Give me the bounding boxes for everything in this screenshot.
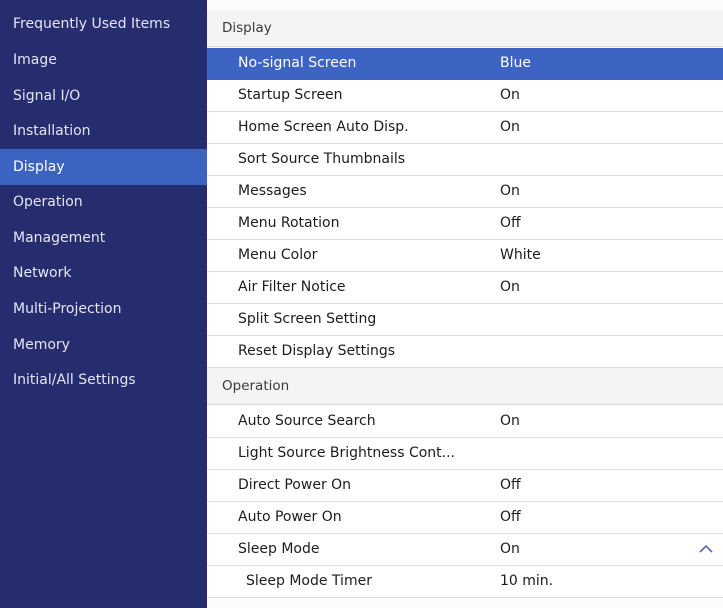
row-label: No-signal Screen [238, 55, 357, 71]
row-value: On [500, 183, 520, 199]
menu-row-menu-color[interactable]: Menu Color White [207, 240, 723, 272]
menu-row-air-filter-notice[interactable]: Air Filter Notice On [207, 272, 723, 304]
section-header-display: Display [207, 10, 723, 47]
row-value: White [500, 247, 541, 263]
menu-row-messages[interactable]: Messages On [207, 176, 723, 208]
menu-row-no-signal-screen[interactable]: No-signal Screen Blue [207, 48, 723, 80]
menu-row-sleep-mode[interactable]: Sleep Mode On [207, 534, 723, 566]
sidebar-item-image[interactable]: Image [0, 42, 207, 78]
row-label: Direct Power On [238, 477, 352, 493]
row-value: Off [500, 215, 521, 231]
row-value: Off [500, 509, 521, 525]
menu-row-light-source-brightness-control[interactable]: Light Source Brightness Cont... [207, 438, 723, 470]
sidebar-item-operation[interactable]: Operation [0, 184, 207, 220]
sidebar-item-management[interactable]: Management [0, 220, 207, 256]
row-label: Split Screen Setting [238, 311, 377, 327]
row-label: Startup Screen [238, 87, 343, 103]
row-label: Auto Power On [238, 509, 342, 525]
sidebar-item-installation[interactable]: Installation [0, 113, 207, 149]
menu-row-auto-power-on[interactable]: Auto Power On Off [207, 502, 723, 534]
settings-panel: Display No-signal Screen Blue Startup Sc… [207, 0, 723, 608]
row-label: Air Filter Notice [238, 279, 346, 295]
menu-row-split-screen-setting[interactable]: Split Screen Setting [207, 304, 723, 336]
menu-row-home-screen-auto-disp[interactable]: Home Screen Auto Disp. On [207, 112, 723, 144]
sidebar-item-display[interactable]: Display [0, 149, 207, 185]
menu-row-startup-screen[interactable]: Startup Screen On [207, 80, 723, 112]
row-value: On [500, 87, 520, 103]
menu-row-sort-source-thumbnails[interactable]: Sort Source Thumbnails [207, 144, 723, 176]
row-value: Off [500, 477, 521, 493]
section-header-operation: Operation [207, 368, 723, 405]
sidebar-item-signal-io[interactable]: Signal I/O [0, 78, 207, 114]
category-sidebar: Frequently Used Items Image Signal I/O I… [0, 0, 207, 608]
menu-row-reset-display-settings[interactable]: Reset Display Settings [207, 336, 723, 368]
row-label: Messages [238, 183, 307, 199]
row-label: Light Source Brightness Cont... [238, 445, 455, 461]
row-label: Auto Source Search [238, 413, 376, 429]
row-value: On [500, 413, 520, 429]
row-value: Blue [500, 55, 531, 71]
row-value: 10 min. [500, 573, 554, 589]
menu-row-menu-rotation[interactable]: Menu Rotation Off [207, 208, 723, 240]
chevron-up-icon[interactable] [699, 543, 713, 555]
row-label: Reset Display Settings [238, 343, 396, 359]
sidebar-item-network[interactable]: Network [0, 255, 207, 291]
sidebar-item-frequently-used-items[interactable]: Frequently Used Items [0, 6, 207, 42]
row-value: On [500, 541, 520, 557]
row-label: Menu Rotation [238, 215, 340, 231]
row-label: Menu Color [238, 247, 318, 263]
sidebar-item-multi-projection[interactable]: Multi-Projection [0, 291, 207, 327]
row-label: Sleep Mode [238, 541, 320, 557]
menu-row-auto-source-search[interactable]: Auto Source Search On [207, 406, 723, 438]
sidebar-item-memory[interactable]: Memory [0, 327, 207, 363]
row-value: On [500, 119, 520, 135]
row-label: Sleep Mode Timer [246, 573, 372, 589]
menu-row-sleep-mode-timer[interactable]: Sleep Mode Timer 10 min. [207, 566, 723, 598]
row-label: Home Screen Auto Disp. [238, 119, 409, 135]
row-label: Sort Source Thumbnails [238, 151, 406, 167]
menu-row-direct-power-on[interactable]: Direct Power On Off [207, 470, 723, 502]
row-value: On [500, 279, 520, 295]
sidebar-item-initial-all-settings[interactable]: Initial/All Settings [0, 362, 207, 398]
